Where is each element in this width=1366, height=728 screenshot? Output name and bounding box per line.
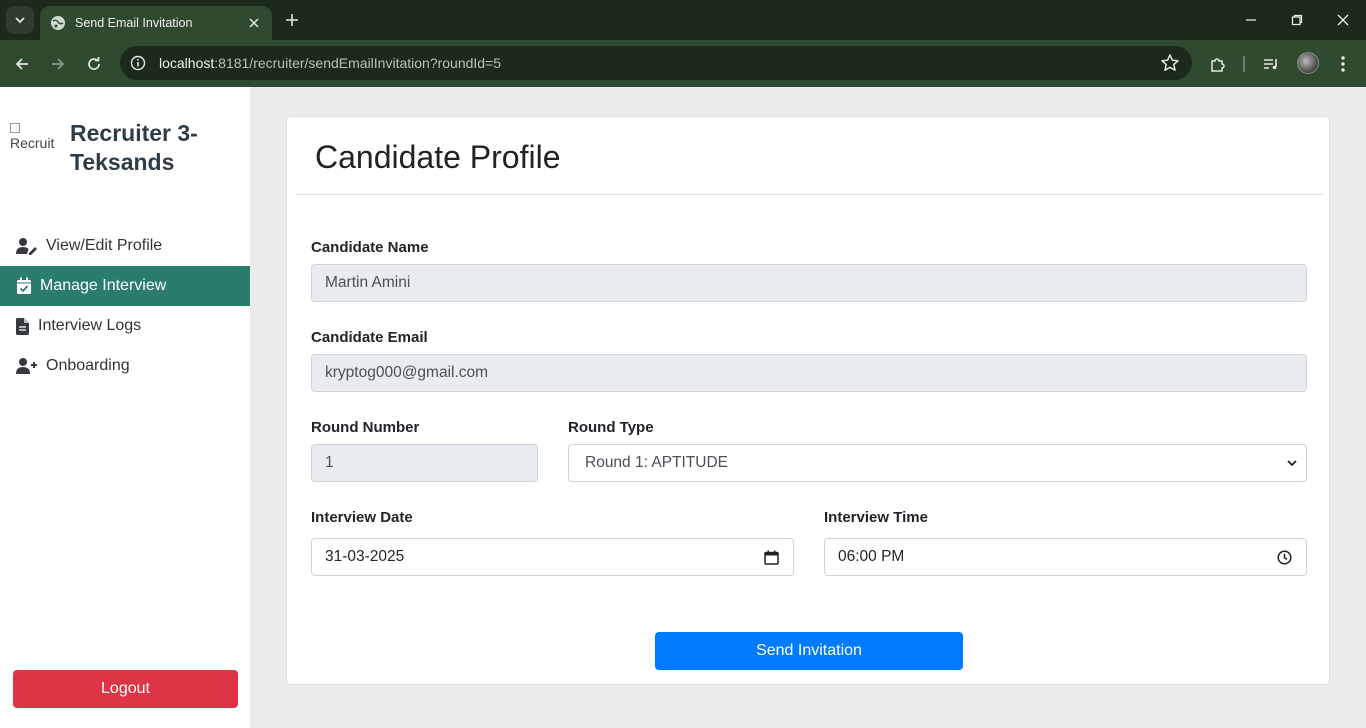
toolbar-divider (1243, 56, 1245, 72)
calendar-check-icon (16, 277, 32, 295)
divider (295, 194, 1323, 195)
round-type-label: Round Type (568, 419, 654, 436)
browser-tab-bar: Send Email Invitation (0, 0, 1366, 40)
user-plus-icon (16, 357, 38, 375)
sidebar-item-view-edit-profile[interactable]: View/Edit Profile (0, 226, 250, 266)
candidate-name-field[interactable]: Martin Amini (311, 264, 1307, 302)
round-number-field[interactable]: 1 (311, 444, 538, 482)
info-icon[interactable] (130, 55, 146, 71)
tab-title: Send Email Invitation (75, 16, 193, 30)
user-edit-icon (16, 237, 38, 255)
browser-toolbar: localhost:8181/recruiter/sendEmailInvita… (0, 40, 1366, 87)
url-text: localhost:8181/recruiter/sendEmailInvita… (159, 55, 1160, 71)
sidebar: Recruit Recruiter 3-Teksands View/Edit P… (0, 87, 250, 728)
sidebar-nav: View/Edit Profile Manage Interview Inter… (0, 226, 250, 386)
url-path: :8181/recruiter/sendEmailInvitation?roun… (214, 55, 502, 71)
sidebar-item-label: Manage Interview (40, 277, 167, 294)
music-queue-icon (1264, 59, 1277, 70)
broken-image-icon (10, 123, 20, 133)
tab-close-button[interactable] (246, 15, 262, 31)
brand-name: Recruiter 3-Teksands (70, 120, 198, 175)
new-tab-button[interactable] (280, 8, 304, 32)
file-icon (16, 317, 30, 335)
candidate-email-label: Candidate Email (311, 329, 428, 346)
close-icon (249, 18, 259, 28)
interview-date-label: Interview Date (311, 509, 413, 526)
globe-icon (51, 16, 65, 30)
page-title: Candidate Profile (315, 139, 561, 175)
arrow-right-icon (52, 58, 65, 70)
sidebar-item-manage-interview[interactable]: Manage Interview (0, 266, 250, 306)
restore-icon (1291, 14, 1303, 26)
brand: Recruit Recruiter 3-Teksands (10, 120, 198, 175)
arrow-left-icon (15, 58, 28, 70)
sidebar-item-label: Onboarding (46, 357, 130, 374)
calendar-icon[interactable] (764, 550, 779, 565)
browser-menu-button[interactable] (1331, 52, 1355, 76)
reload-icon (88, 57, 100, 70)
send-invitation-button[interactable]: Send Invitation (655, 632, 963, 670)
interview-time-value: 06:00 PM (838, 548, 905, 565)
window-close-button[interactable] (1320, 0, 1366, 40)
puzzle-icon (1211, 58, 1225, 72)
chevron-down-icon (1287, 460, 1297, 467)
brand-logo-alt: Recruit (10, 135, 55, 151)
reload-button[interactable] (80, 50, 108, 78)
candidate-name-label: Candidate Name (311, 239, 429, 256)
candidate-email-field[interactable]: kryptog000@gmail.com (311, 354, 1307, 392)
interview-time-input[interactable]: 06:00 PM (824, 538, 1307, 576)
tab-search-button[interactable] (6, 6, 34, 34)
sidebar-item-interview-logs[interactable]: Interview Logs (0, 306, 250, 346)
plus-icon (286, 14, 298, 26)
interview-time-label: Interview Time (824, 509, 928, 526)
more-vertical-icon (1341, 56, 1345, 72)
star-icon[interactable] (1160, 53, 1180, 73)
profile-avatar[interactable] (1297, 52, 1319, 74)
sidebar-item-label: View/Edit Profile (46, 237, 163, 254)
chevron-down-icon (15, 17, 25, 24)
sidebar-item-label: Interview Logs (38, 317, 142, 334)
round-type-value: Round 1: APTITUDE (585, 454, 729, 471)
minimize-icon (1246, 19, 1256, 21)
restore-button[interactable] (1274, 0, 1320, 40)
forward-button[interactable] (44, 50, 72, 78)
url-host: localhost (159, 55, 215, 71)
round-type-select[interactable]: Round 1: APTITUDE (568, 444, 1307, 482)
logout-button[interactable]: Logout (13, 670, 238, 708)
back-button[interactable] (8, 50, 36, 78)
minimize-button[interactable] (1228, 0, 1274, 40)
media-control-button[interactable] (1259, 52, 1283, 76)
interview-date-input[interactable]: 31-03-2025 (311, 538, 794, 576)
interview-date-value: 31-03-2025 (325, 548, 405, 565)
sidebar-item-onboarding[interactable]: Onboarding (0, 346, 250, 386)
round-number-label: Round Number (311, 419, 420, 436)
address-bar[interactable]: localhost:8181/recruiter/sendEmailInvita… (120, 46, 1192, 80)
close-icon (1337, 14, 1349, 26)
clock-icon[interactable] (1277, 549, 1292, 565)
extensions-button[interactable] (1206, 52, 1230, 76)
brand-logo: Recruit (10, 121, 62, 161)
candidate-profile-card: Candidate Profile Candidate Name Martin … (286, 116, 1330, 685)
browser-tab[interactable]: Send Email Invitation (40, 6, 272, 40)
